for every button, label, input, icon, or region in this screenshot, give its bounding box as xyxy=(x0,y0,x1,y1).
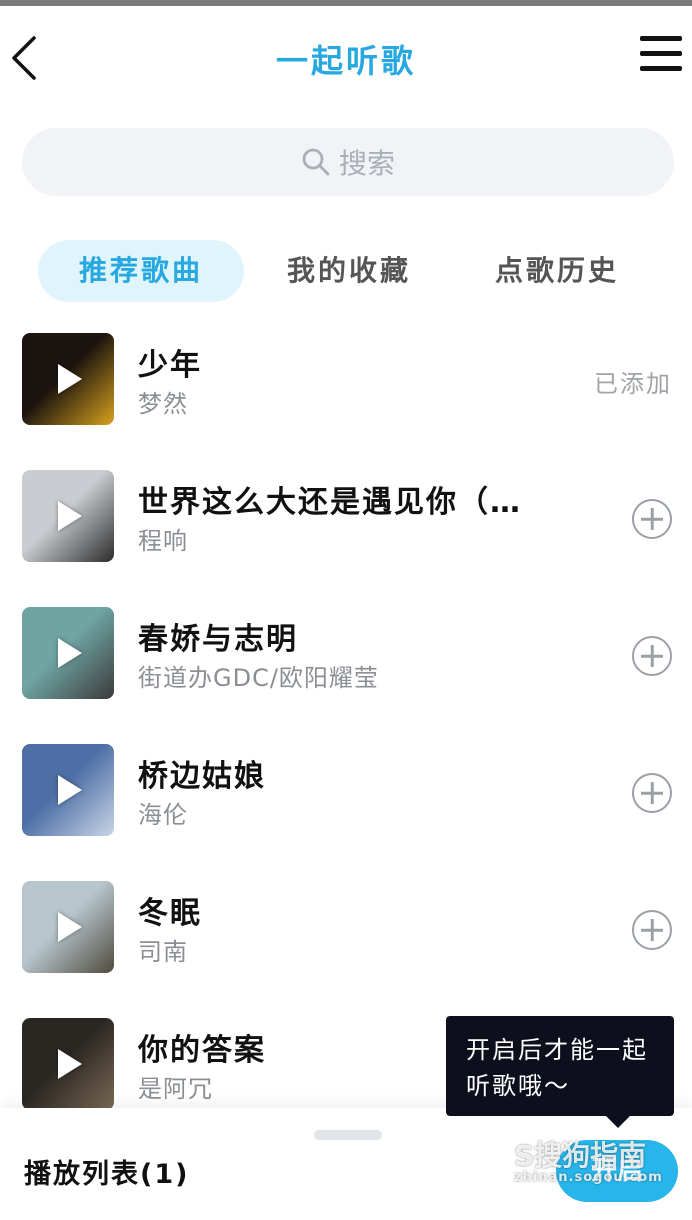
song-title: 你的答案 xyxy=(138,1033,266,1068)
play-icon xyxy=(58,638,82,668)
open-listen-together-button[interactable]: 开启 xyxy=(556,1140,678,1202)
song-artist: 是阿冗 xyxy=(138,1075,213,1103)
menu-button[interactable] xyxy=(640,36,682,78)
song-title: 冬眠 xyxy=(138,896,202,931)
song-title: 世界这么大还是遇见你（… xyxy=(138,485,522,520)
tab-bar: 推荐歌曲 我的收藏 点歌历史 xyxy=(0,240,692,302)
play-icon xyxy=(58,775,82,805)
tab-history[interactable]: 点歌历史 xyxy=(454,240,660,302)
list-item[interactable]: 春娇与志明 街道办GDC/欧阳耀莹 xyxy=(0,592,692,729)
add-song-button[interactable] xyxy=(632,910,672,950)
song-title: 少年 xyxy=(138,348,202,383)
page-title: 一起听歌 xyxy=(275,42,416,80)
song-artist: 程响 xyxy=(138,527,188,555)
album-cover[interactable] xyxy=(22,470,114,562)
add-song-button[interactable] xyxy=(632,636,672,676)
drag-handle[interactable] xyxy=(314,1130,382,1140)
album-cover[interactable] xyxy=(22,607,114,699)
album-cover[interactable] xyxy=(22,333,114,425)
song-title: 桥边姑娘 xyxy=(138,759,266,794)
album-cover[interactable] xyxy=(22,1018,114,1110)
tab-recommended[interactable]: 推荐歌曲 xyxy=(38,240,244,302)
song-artist: 街道办GDC/欧阳耀莹 xyxy=(138,664,379,692)
header: 一起听歌 xyxy=(0,6,692,102)
song-artist: 司南 xyxy=(138,938,188,966)
hamburger-icon xyxy=(640,36,682,71)
tab-favorites[interactable]: 我的收藏 xyxy=(246,240,452,302)
tooltip: 开启后才能一起听歌哦～ xyxy=(446,1016,674,1128)
play-icon xyxy=(58,1049,82,1079)
add-song-button[interactable] xyxy=(632,773,672,813)
play-icon xyxy=(58,912,82,942)
add-song-button[interactable] xyxy=(632,499,672,539)
added-status: 已添加 xyxy=(594,370,672,398)
song-artist: 海伦 xyxy=(138,801,188,829)
song-title: 春娇与志明 xyxy=(138,622,298,657)
playlist-label[interactable]: 播放列表(1) xyxy=(24,1152,189,1191)
list-item[interactable]: 冬眠 司南 xyxy=(0,866,692,1003)
list-item[interactable]: 桥边姑娘 海伦 xyxy=(0,729,692,866)
album-cover[interactable] xyxy=(22,744,114,836)
search-icon xyxy=(302,148,330,176)
song-artist: 梦然 xyxy=(138,390,188,418)
album-cover[interactable] xyxy=(22,881,114,973)
search-input[interactable]: 搜索 xyxy=(22,128,674,196)
list-item[interactable]: 世界这么大还是遇见你（… 程响 xyxy=(0,455,692,592)
list-item[interactable]: 少年 梦然 已添加 xyxy=(0,318,692,455)
play-icon xyxy=(58,364,82,394)
play-icon xyxy=(58,501,82,531)
search-placeholder: 搜索 xyxy=(338,147,395,180)
